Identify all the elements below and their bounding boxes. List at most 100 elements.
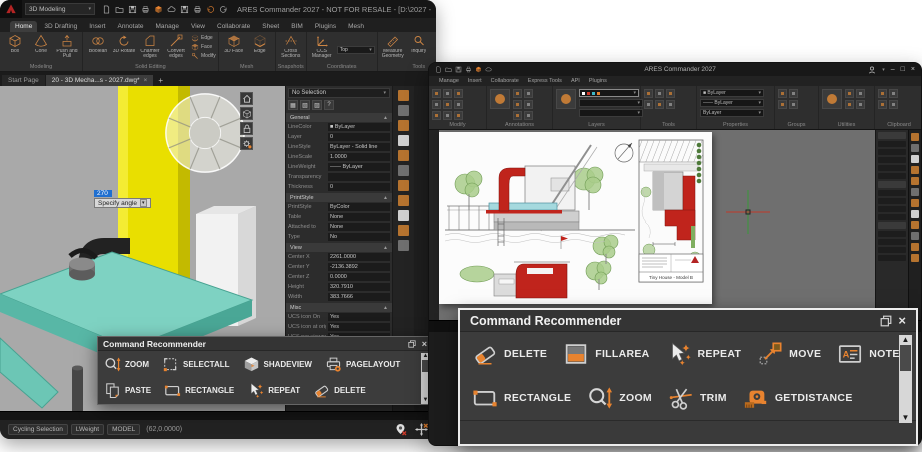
tool-icon[interactable] bbox=[524, 89, 533, 98]
chevron-down-icon[interactable]: ▾ bbox=[882, 67, 885, 73]
recommended-command-button[interactable]: MOVE bbox=[757, 341, 821, 367]
property-value[interactable]: 383.7666 bbox=[328, 293, 390, 301]
ribbon-tab[interactable]: Collaborate bbox=[212, 21, 255, 32]
scrollbar[interactable]: ▲ ▼ bbox=[899, 335, 912, 423]
property-row[interactable] bbox=[878, 198, 906, 204]
property-value[interactable]: 0.0000 bbox=[328, 273, 390, 281]
palette-icon[interactable] bbox=[911, 133, 919, 141]
property-row[interactable] bbox=[878, 206, 906, 212]
navigation-wheel[interactable] bbox=[160, 88, 250, 178]
ribbon-button[interactable]: Convert edges bbox=[163, 34, 189, 60]
view-dropdown[interactable]: Top ▾ bbox=[336, 46, 375, 54]
panel-title-bar[interactable]: Command Recommender × bbox=[460, 310, 916, 332]
ribbon-button[interactable]: Cone bbox=[28, 34, 54, 60]
close-button[interactable]: × bbox=[911, 66, 915, 73]
palette-icon[interactable] bbox=[398, 165, 409, 176]
palette-icon[interactable] bbox=[911, 210, 919, 218]
palette-icon[interactable] bbox=[398, 90, 409, 101]
ribbon-button[interactable]: Edge bbox=[247, 34, 273, 54]
ribbon-button[interactable]: Push and Pull bbox=[54, 34, 80, 60]
palette-icon[interactable] bbox=[398, 210, 409, 221]
workspace-dropdown[interactable]: 3D Modeling ▾ bbox=[25, 3, 95, 15]
property-value[interactable]: —— ByLayer bbox=[328, 163, 390, 171]
title-bar[interactable]: 3D Modeling ▾ ARES Commander 2027 - NOT F… bbox=[0, 0, 436, 18]
section-header-printstyle[interactable]: PrintStyle ▲ bbox=[286, 193, 392, 202]
ribbon-tab[interactable]: Insert bbox=[468, 78, 482, 84]
quick-access-icon[interactable] bbox=[102, 5, 111, 14]
tool-icon[interactable] bbox=[443, 100, 452, 109]
recommended-command-button[interactable]: DELETE bbox=[472, 341, 547, 367]
tool-icon[interactable] bbox=[454, 111, 463, 120]
pick-point-button[interactable]: ▨ bbox=[312, 100, 322, 110]
tool-icon[interactable] bbox=[513, 89, 522, 98]
recommended-command-button[interactable]: ZOOM bbox=[587, 385, 652, 411]
tool-icon[interactable] bbox=[845, 89, 854, 98]
tool-icon[interactable] bbox=[878, 100, 887, 109]
recommended-command-button[interactable]: FILLAREA bbox=[563, 341, 649, 367]
property-row[interactable] bbox=[878, 222, 906, 229]
ribbon-tab[interactable]: Plugins bbox=[310, 21, 341, 32]
ribbon-button[interactable]: Cross Sections bbox=[278, 34, 304, 60]
palette-icon[interactable] bbox=[911, 155, 919, 163]
tab-start-page[interactable]: Start Page bbox=[2, 75, 45, 86]
ribbon-tab[interactable]: Manage bbox=[439, 78, 459, 84]
pan-off-icon[interactable] bbox=[415, 423, 428, 436]
ribbon-button[interactable]: 3D Face bbox=[221, 34, 247, 54]
property-value[interactable]: 2261.0000 bbox=[328, 253, 390, 261]
recommended-command-button[interactable]: SELECTALL bbox=[162, 356, 230, 373]
property-value[interactable]: 0 bbox=[328, 133, 390, 141]
property-value[interactable]: Yes bbox=[328, 313, 390, 321]
property-value[interactable] bbox=[328, 173, 390, 181]
selection-dropdown[interactable]: No Selection ▾ bbox=[288, 88, 390, 98]
quick-access-icon[interactable] bbox=[115, 5, 124, 14]
command-line[interactable] bbox=[0, 411, 436, 420]
tab-active-drawing[interactable]: 20 - 3D Mecha...s - 2027.dwg* × bbox=[45, 75, 154, 86]
lock-view-button[interactable] bbox=[240, 122, 253, 135]
property-row[interactable] bbox=[878, 181, 906, 188]
scroll-up-icon[interactable]: ▲ bbox=[902, 335, 910, 345]
ribbon-tab[interactable]: Manage bbox=[151, 21, 185, 32]
property-value[interactable]: -2136.3892 bbox=[328, 263, 390, 271]
app-logo-icon[interactable] bbox=[0, 0, 22, 18]
help-button[interactable]: ? bbox=[324, 100, 334, 110]
tool-icon[interactable] bbox=[432, 111, 441, 120]
ribbon-button[interactable]: Inquiry bbox=[406, 34, 432, 60]
ribbon-tab[interactable]: Express Tools bbox=[528, 78, 562, 84]
cloud-icon[interactable] bbox=[485, 66, 492, 73]
select-entities-button[interactable]: ▦ bbox=[288, 100, 298, 110]
section-header-view[interactable]: View ▲ bbox=[286, 243, 392, 252]
property-value[interactable]: None bbox=[328, 213, 390, 221]
ribbon-button[interactable]: Boolean bbox=[85, 34, 111, 60]
quick-access-icon[interactable] bbox=[219, 5, 228, 14]
ribbon-mini-button[interactable]: Edge bbox=[191, 34, 216, 42]
layer-filter-dropdown[interactable]: ▾ bbox=[579, 109, 643, 117]
ribbon-tab[interactable]: Plugins bbox=[589, 78, 607, 84]
recommended-command-button[interactable]: PASTE bbox=[104, 382, 151, 399]
tool-icon[interactable] bbox=[524, 100, 533, 109]
float-panel-icon[interactable] bbox=[408, 339, 416, 348]
palette-icon[interactable] bbox=[911, 199, 919, 207]
tool-icon[interactable] bbox=[789, 89, 798, 98]
close-panel-icon[interactable]: × bbox=[422, 339, 427, 349]
viewport-settings-button[interactable] bbox=[240, 137, 253, 150]
close-tab-icon[interactable]: × bbox=[144, 77, 148, 84]
float-panel-icon[interactable] bbox=[880, 315, 892, 327]
quick-access-icon[interactable] bbox=[193, 5, 202, 14]
tool-icon[interactable] bbox=[655, 89, 664, 98]
recommended-command-button[interactable]: SHADEVIEW bbox=[243, 356, 312, 373]
palette-icon[interactable] bbox=[398, 105, 409, 116]
palette-icon[interactable] bbox=[911, 177, 919, 185]
layers-preview-button[interactable] bbox=[556, 89, 576, 109]
ribbon-mini-button[interactable]: Modify bbox=[191, 52, 216, 60]
tool-icon[interactable] bbox=[655, 100, 664, 109]
ribbon-button[interactable]: Chamfer edges bbox=[137, 34, 163, 60]
ribbon-button[interactable]: Flatten bbox=[432, 34, 436, 60]
quick-access-icon[interactable] bbox=[180, 5, 189, 14]
tool-icon[interactable] bbox=[513, 111, 522, 120]
ribbon-tab[interactable]: Sheet bbox=[257, 21, 284, 32]
property-row[interactable] bbox=[878, 214, 906, 220]
property-row[interactable] bbox=[878, 157, 906, 163]
property-row[interactable] bbox=[878, 247, 906, 253]
quick-access-icon[interactable] bbox=[206, 5, 215, 14]
close-panel-icon[interactable]: × bbox=[898, 313, 906, 328]
